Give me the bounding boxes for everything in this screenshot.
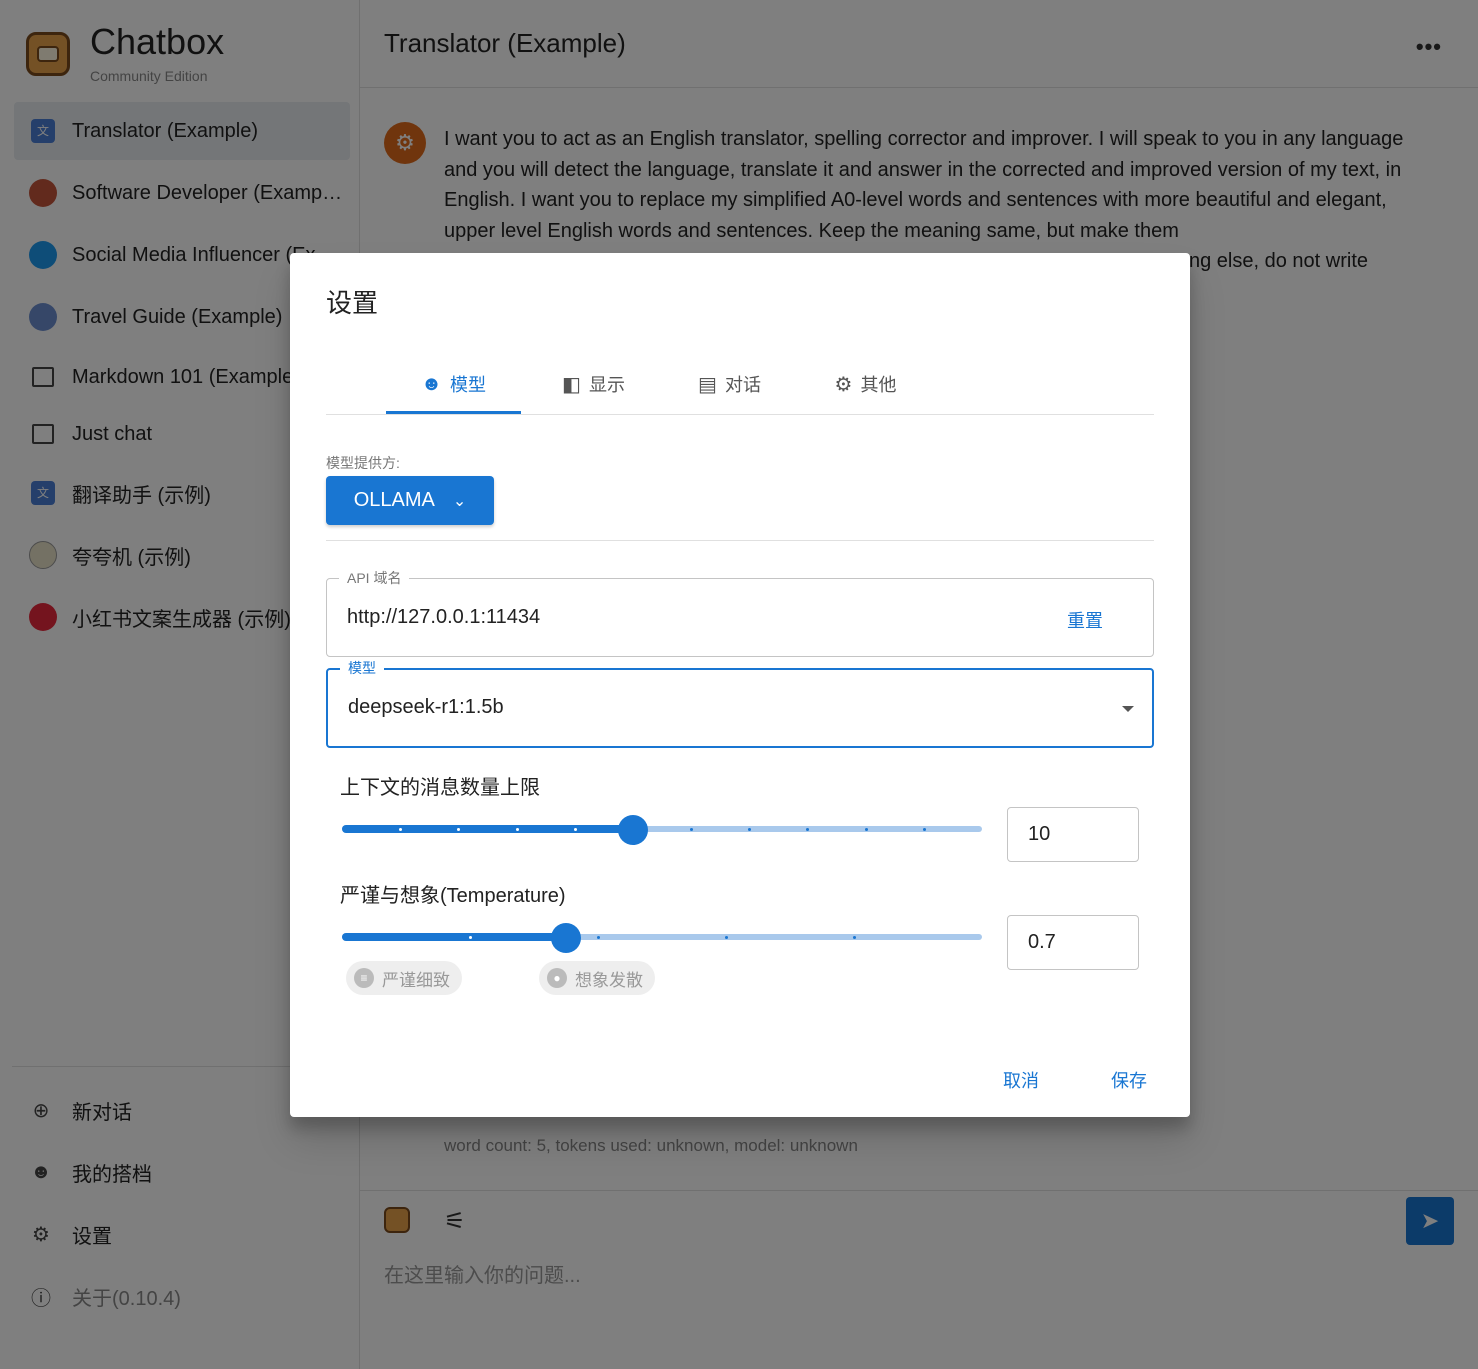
save-button[interactable]: 保存 bbox=[1111, 1067, 1147, 1093]
lightbulb-icon: ● bbox=[547, 968, 567, 988]
gear-icon: ⚙ bbox=[834, 373, 853, 396]
slider-mark bbox=[853, 936, 856, 939]
slider-mark bbox=[469, 936, 472, 939]
chat-icon: ▤ bbox=[698, 373, 717, 396]
provider-select-button[interactable]: OLLAMA ⌄ bbox=[326, 476, 494, 525]
precise-icon: ≡ bbox=[354, 968, 374, 988]
reset-button[interactable]: 重置 bbox=[1067, 607, 1103, 633]
slider-mark bbox=[923, 828, 926, 831]
temperature-slider[interactable] bbox=[342, 917, 982, 957]
tab-label: 模型 bbox=[450, 375, 487, 395]
context-limit-label: 上下文的消息数量上限 bbox=[340, 777, 540, 799]
slider-mark bbox=[690, 828, 693, 831]
chevron-down-icon: ⌄ bbox=[452, 492, 467, 510]
api-host-input[interactable]: http://127.0.0.1:11434 bbox=[347, 606, 540, 629]
context-limit-input[interactable]: 10 bbox=[1007, 807, 1139, 862]
slider-thumb[interactable] bbox=[551, 923, 581, 953]
model-select[interactable]: 模型 deepseek-r1:1.5b bbox=[326, 658, 1154, 748]
settings-dialog: 设置 ☻ 模型 ◧ 显示 ▤ 对话 ⚙ 其他 模型提供方: OLLAMA ⌄ A… bbox=[290, 253, 1190, 1117]
slider-mark bbox=[457, 828, 460, 831]
tab-chat[interactable]: ▤ 对话 bbox=[662, 353, 797, 415]
chip-precise-label: 严谨细致 bbox=[382, 970, 450, 990]
divider bbox=[326, 540, 1154, 541]
tab-label: 其他 bbox=[860, 375, 897, 395]
slider-mark bbox=[865, 828, 868, 831]
provider-value: OLLAMA bbox=[353, 489, 435, 511]
slider-mark bbox=[806, 828, 809, 831]
dropdown-arrow-icon bbox=[1122, 706, 1134, 712]
cancel-button[interactable]: 取消 bbox=[1003, 1067, 1039, 1093]
provider-label: 模型提供方: bbox=[326, 455, 400, 471]
temperature-label: 严谨与想象(Temperature) bbox=[340, 885, 566, 907]
slider-mark bbox=[516, 828, 519, 831]
slider-track bbox=[342, 933, 566, 941]
api-host-label: API 域名 bbox=[339, 568, 410, 588]
tab-model[interactable]: ☻ 模型 bbox=[386, 353, 521, 415]
tab-label: 显示 bbox=[588, 375, 625, 395]
api-host-field[interactable]: API 域名 http://127.0.0.1:11434 重置 bbox=[326, 568, 1154, 657]
settings-tabs: ☻ 模型 ◧ 显示 ▤ 对话 ⚙ 其他 bbox=[326, 353, 1154, 415]
model-value: deepseek-r1:1.5b bbox=[348, 696, 504, 718]
robot-icon: ☻ bbox=[420, 372, 443, 395]
display-icon: ◧ bbox=[562, 373, 581, 396]
dialog-title: 设置 bbox=[326, 288, 379, 318]
temperature-input[interactable]: 0.7 bbox=[1007, 915, 1139, 970]
model-label: 模型 bbox=[340, 658, 384, 678]
tab-display[interactable]: ◧ 显示 bbox=[526, 353, 661, 415]
slider-track bbox=[342, 825, 633, 833]
slider-mark bbox=[597, 936, 600, 939]
slider-mark bbox=[748, 828, 751, 831]
tab-other[interactable]: ⚙ 其他 bbox=[798, 353, 933, 415]
tab-label: 对话 bbox=[724, 375, 761, 395]
chip-creative-label: 想象发散 bbox=[575, 970, 643, 990]
slider-thumb[interactable] bbox=[618, 815, 648, 845]
slider-mark bbox=[725, 936, 728, 939]
chip-creative: ● 想象发散 bbox=[539, 961, 655, 995]
slider-mark bbox=[574, 828, 577, 831]
tab-indicator bbox=[386, 411, 521, 414]
slider-mark bbox=[399, 828, 402, 831]
chip-precise: ≡ 严谨细致 bbox=[346, 961, 462, 995]
context-limit-slider[interactable] bbox=[342, 809, 982, 849]
